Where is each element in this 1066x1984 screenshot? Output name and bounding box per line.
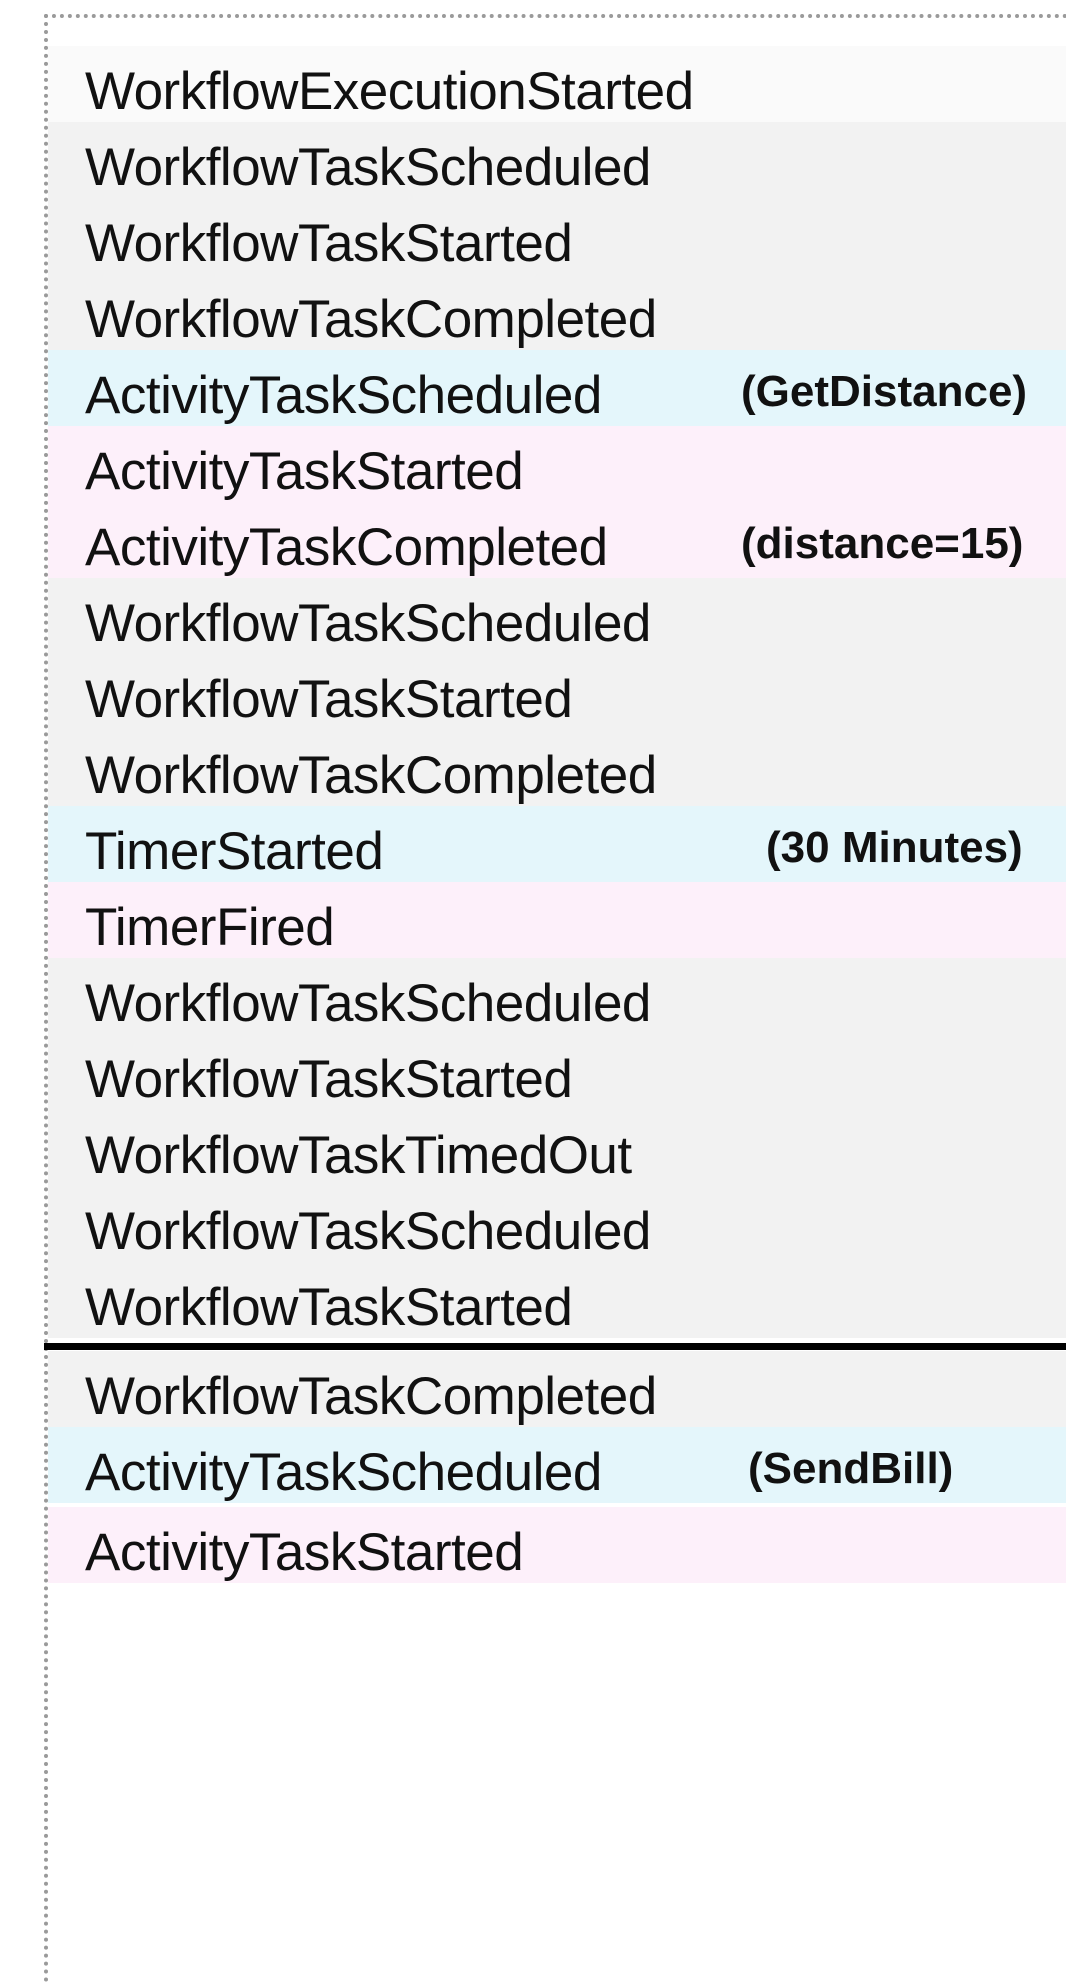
history-row: ActivityTaskStarted (48, 426, 1066, 502)
history-row: WorkflowTaskCompleted (48, 274, 1066, 350)
history-row: ActivityTaskCompleted (distance=15) (48, 502, 1066, 578)
event-type-label: WorkflowTaskCompleted (85, 746, 657, 805)
history-row: TimerStarted (30 Minutes) (48, 806, 1066, 882)
history-row: ActivityTaskScheduled (GetDistance) (48, 350, 1066, 426)
event-type-label: ActivityTaskCompleted (85, 518, 608, 577)
history-row: ActivityTaskScheduled (SendBill) (48, 1427, 1066, 1503)
history-row: WorkflowTaskStarted (48, 1034, 1066, 1110)
history-row: WorkflowTaskScheduled (48, 122, 1066, 198)
event-type-label: ActivityTaskScheduled (85, 1443, 602, 1502)
event-annotation: (distance=15) (741, 519, 1024, 568)
event-type-label: WorkflowTaskTimedOut (85, 1126, 632, 1185)
history-row: WorkflowTaskScheduled (48, 958, 1066, 1034)
event-type-label: WorkflowTaskStarted (85, 670, 573, 729)
history-row: WorkflowTaskStarted (48, 198, 1066, 274)
history-row: WorkflowTaskTimedOut (48, 1110, 1066, 1186)
history-row: WorkflowTaskScheduled (48, 578, 1066, 654)
event-type-label: WorkflowTaskScheduled (85, 1202, 651, 1261)
event-type-label: TimerStarted (85, 822, 384, 881)
event-type-label: WorkflowTaskStarted (85, 1278, 573, 1337)
history-row: WorkflowExecutionStarted (48, 46, 1066, 122)
event-annotation: (30 Minutes) (766, 823, 1023, 872)
event-type-label: TimerFired (85, 898, 335, 957)
event-type-label: WorkflowTaskScheduled (85, 138, 651, 197)
event-type-label: ActivityTaskScheduled (85, 366, 602, 425)
event-type-label: WorkflowTaskCompleted (85, 290, 657, 349)
history-row: WorkflowTaskScheduled (48, 1186, 1066, 1262)
event-type-label: WorkflowTaskScheduled (85, 594, 651, 653)
event-type-label: WorkflowTaskStarted (85, 1050, 573, 1109)
event-type-label: WorkflowTaskScheduled (85, 974, 651, 1033)
history-row: WorkflowTaskStarted (48, 1262, 1066, 1338)
history-row: WorkflowTaskCompleted (48, 730, 1066, 806)
history-row: WorkflowTaskCompleted (48, 1351, 1066, 1427)
event-type-label: ActivityTaskStarted (85, 442, 524, 501)
event-type-label: WorkflowTaskCompleted (85, 1367, 657, 1426)
event-type-label: WorkflowExecutionStarted (85, 62, 694, 121)
replay-divider-line (44, 1343, 1066, 1350)
event-type-label: WorkflowTaskStarted (85, 214, 573, 273)
event-annotation: (GetDistance) (741, 367, 1028, 416)
history-row: WorkflowTaskStarted (48, 654, 1066, 730)
event-type-label: ActivityTaskStarted (85, 1523, 524, 1582)
history-row: TimerFired (48, 882, 1066, 958)
event-annotation: (SendBill) (748, 1444, 954, 1493)
history-row: ActivityTaskStarted (48, 1507, 1066, 1583)
